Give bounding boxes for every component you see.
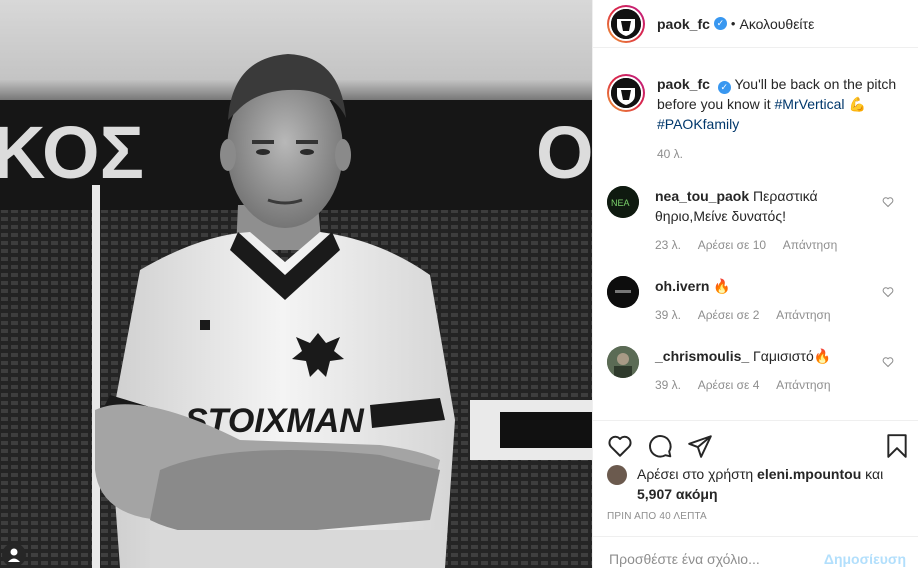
verified-badge-icon: ✓ <box>717 81 731 94</box>
comment-likes[interactable]: Αρέσει σε 2 <box>698 308 760 322</box>
stadium-lettering-left: ΚΟΣ <box>0 111 144 194</box>
commenter-avatar[interactable]: NEA <box>607 186 639 218</box>
hashtag-link[interactable]: #MrVertical <box>775 96 845 112</box>
paok-logo-icon <box>611 8 641 39</box>
share-icon[interactable] <box>687 433 713 459</box>
comment-time[interactable]: 23 λ. <box>655 238 681 252</box>
comment-time[interactable]: 39 λ. <box>655 308 681 322</box>
comment-time[interactable]: 39 λ. <box>655 378 681 392</box>
bookmark-icon[interactable] <box>884 433 910 459</box>
comment-item: _chrismoulis_ Γαμισιστό🔥 39 λ. Αρέσει σε… <box>607 346 908 392</box>
reply-button[interactable]: Απάντηση <box>776 308 831 322</box>
post-header: paok_fc ✓ • Ακολουθείτε <box>593 0 918 48</box>
player-photo-image: ΚΟΣ Ο STOIXMAN <box>0 0 592 568</box>
comment-text: 🔥 <box>713 278 731 294</box>
action-bar <box>593 420 918 466</box>
like-comment-heart-icon[interactable] <box>882 196 894 208</box>
add-comment-bar: Προσθέστε ένα σχόλιο... Δημοσίευση <box>593 536 918 568</box>
author-username[interactable]: paok_fc <box>657 16 710 32</box>
post-photo[interactable]: ΚΟΣ Ο STOIXMAN <box>0 0 592 568</box>
like-comment-heart-icon[interactable] <box>882 286 894 298</box>
likes-count[interactable]: 5,907 ακόμη <box>637 486 718 502</box>
author-avatar[interactable] <box>607 4 645 43</box>
comment-icon[interactable] <box>647 433 673 459</box>
caption-timestamp[interactable]: 40 λ. <box>657 144 908 164</box>
verified-badge-icon: ✓ <box>713 17 727 30</box>
caption-username[interactable]: paok_fc <box>657 76 710 92</box>
paok-logo-icon <box>611 78 641 108</box>
comment-input[interactable]: Προσθέστε ένα σχόλιο... <box>609 551 760 567</box>
separator-dot: • <box>730 16 736 31</box>
comment-item: oh.ivern 🔥 39 λ. Αρέσει σε 2 Απάντηση <box>607 276 908 322</box>
following-status[interactable]: Ακολουθείτε <box>739 16 814 32</box>
likes-prefix: Αρέσει στο χρήστη <box>637 466 754 482</box>
liker-username[interactable]: eleni.mpountou <box>757 466 861 482</box>
post-caption: paok_fc ✓ You'll be back on the pitch be… <box>607 74 908 164</box>
likes-summary: Αρέσει στο χρήστη eleni.mpountou και 5,9… <box>607 464 907 504</box>
likes-connector: και <box>865 466 884 482</box>
comment-item: NEA nea_tou_paok Περαστικά θηριο,Μείνε δ… <box>607 186 908 252</box>
liker-avatar[interactable] <box>607 465 627 485</box>
like-comment-heart-icon[interactable] <box>882 356 894 368</box>
post-comment-button[interactable]: Δημοσίευση <box>824 551 906 567</box>
comment-likes[interactable]: Αρέσει σε 10 <box>698 238 766 252</box>
comment-likes[interactable]: Αρέσει σε 4 <box>698 378 760 392</box>
stadium-lettering-right: Ο <box>536 111 592 194</box>
caption-avatar[interactable] <box>607 74 645 112</box>
post-side-panel: paok_fc ✓ • Ακολουθείτε paok_fc ✓ You'll… <box>592 0 918 568</box>
reply-button[interactable]: Απάντηση <box>776 378 831 392</box>
commenter-username[interactable]: nea_tou_paok <box>655 188 749 204</box>
flexed-biceps-emoji: 💪 <box>848 96 866 112</box>
hashtag-link[interactable]: #PAOKfamily <box>657 116 739 132</box>
commenter-username[interactable]: oh.ivern <box>655 278 709 294</box>
heart-icon[interactable] <box>607 433 633 459</box>
svg-text:NEA: NEA <box>611 198 630 208</box>
commenter-username[interactable]: _chrismoulis_ <box>655 348 749 364</box>
reply-button[interactable]: Απάντηση <box>783 238 838 252</box>
post-timestamp[interactable]: ΠΡΙΝ ΑΠΟ 40 ΛΕΠΤΑ <box>607 511 707 522</box>
commenter-avatar[interactable] <box>607 346 639 378</box>
comment-text: Γαμισιστό🔥 <box>753 348 832 364</box>
commenter-avatar[interactable] <box>607 276 639 308</box>
